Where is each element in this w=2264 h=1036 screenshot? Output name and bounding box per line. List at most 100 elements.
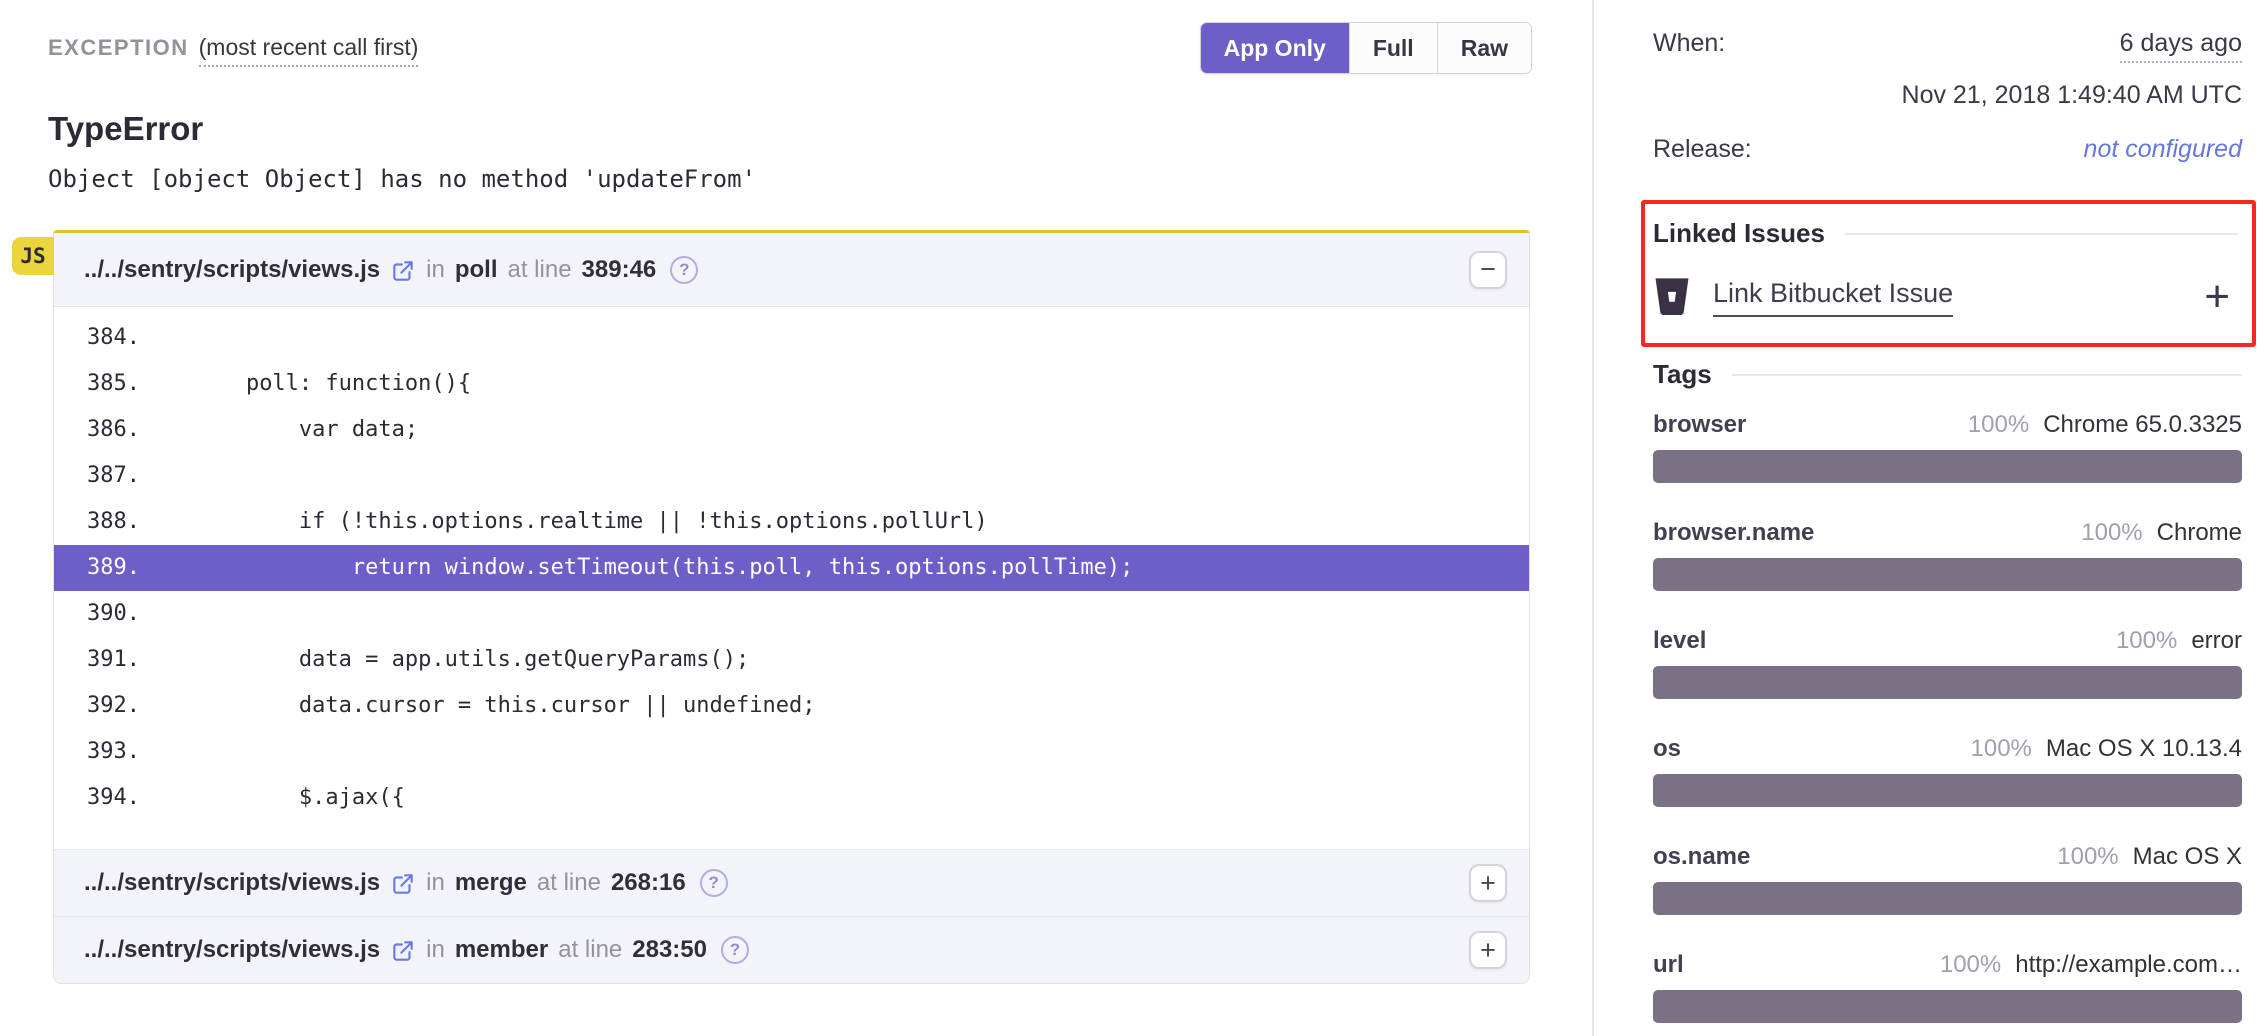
code-line: 384. xyxy=(54,315,1529,361)
tag-distribution-bar[interactable] xyxy=(1653,882,2242,915)
tag-value[interactable]: Chrome xyxy=(2157,519,2242,547)
release-row: Release: not configured xyxy=(1653,135,2242,164)
tag-key[interactable]: url xyxy=(1653,951,1684,979)
tag-percent: 100% xyxy=(2116,627,2177,655)
frame-atline-label: at line xyxy=(558,936,622,964)
help-icon[interactable]: ? xyxy=(670,256,698,284)
tag-distribution-bar[interactable] xyxy=(1653,558,2242,591)
tag-value[interactable]: http://example.com… xyxy=(2015,951,2242,979)
app-only-button[interactable]: App Only xyxy=(1201,23,1349,73)
tag-head: os 100% Mac OS X 10.13.4 xyxy=(1653,735,2242,763)
section-rule xyxy=(1845,233,2238,235)
raw-button[interactable]: Raw xyxy=(1437,23,1531,73)
code-line: 387. xyxy=(54,453,1529,499)
event-sidebar: When: 6 days ago Nov 21, 2018 1:49:40 AM… xyxy=(1592,0,2264,1036)
external-link-icon[interactable] xyxy=(390,938,416,964)
line-number: 385. xyxy=(87,371,140,396)
tag-percent: 100% xyxy=(2081,519,2142,547)
code-text: $.ajax({ xyxy=(140,785,405,810)
tag-right: 100% Chrome 65.0.3325 xyxy=(1968,411,2242,439)
line-number: 389. xyxy=(87,555,140,580)
tag-row: browser 100% Chrome 65.0.3325 xyxy=(1653,411,2242,483)
code-line: 390. xyxy=(54,591,1529,637)
code-line: 391. data = app.utils.getQueryParams(); xyxy=(54,637,1529,683)
frame-function: poll xyxy=(455,256,498,284)
frame-atline-label: at line xyxy=(508,256,572,284)
tag-distribution-bar[interactable] xyxy=(1653,774,2242,807)
tag-head: level 100% error xyxy=(1653,627,2242,655)
code-text: data.cursor = this.cursor || undefined; xyxy=(140,693,816,718)
line-number: 386. xyxy=(87,417,140,442)
frame-in-label: in xyxy=(426,936,445,964)
tag-row: os 100% Mac OS X 10.13.4 xyxy=(1653,735,2242,807)
tag-value[interactable]: Mac OS X 10.13.4 xyxy=(2046,735,2242,763)
line-number: 392. xyxy=(87,693,140,718)
tag-key[interactable]: browser.name xyxy=(1653,519,1814,547)
tag-value[interactable]: Mac OS X xyxy=(2133,843,2242,871)
code-line: 394. $.ajax({ xyxy=(54,775,1529,821)
add-linked-issue-button[interactable]: + xyxy=(2204,275,2230,319)
external-link-icon[interactable] xyxy=(390,871,416,897)
frame-line-number: 389:46 xyxy=(582,256,657,284)
tag-right: 100% Chrome xyxy=(2081,519,2242,547)
link-bitbucket-issue-link[interactable]: Link Bitbucket Issue xyxy=(1713,278,1953,317)
frame-line-number: 283:50 xyxy=(632,936,707,964)
help-icon[interactable]: ? xyxy=(700,869,728,897)
line-number: 391. xyxy=(87,647,140,672)
tag-right: 100% Mac OS X xyxy=(2057,843,2242,871)
line-number: 384. xyxy=(87,325,140,350)
tag-head: os.name 100% Mac OS X xyxy=(1653,843,2242,871)
tag-row: browser.name 100% Chrome xyxy=(1653,519,2242,591)
collapse-frame-button[interactable]: − xyxy=(1469,251,1507,289)
line-number: 390. xyxy=(87,601,140,626)
tag-distribution-bar[interactable] xyxy=(1653,450,2242,483)
section-title: EXCEPTION xyxy=(48,35,189,61)
section-rule xyxy=(1732,374,2242,376)
linked-issues-header: Linked Issues xyxy=(1653,218,2238,249)
js-platform-badge: JS xyxy=(12,237,54,275)
tag-distribution-bar[interactable] xyxy=(1653,666,2242,699)
expand-frame-button[interactable]: + xyxy=(1469,931,1507,969)
tag-right: 100% Mac OS X 10.13.4 xyxy=(1971,735,2243,763)
code-line: 389. return window.setTimeout(this.poll,… xyxy=(54,545,1529,591)
error-message: Object [object Object] has no method 'up… xyxy=(48,165,1532,193)
tag-value[interactable]: Chrome 65.0.3325 xyxy=(2043,411,2242,439)
tag-key[interactable]: level xyxy=(1653,627,1706,655)
stacktrace-view-toggle: App Only Full Raw xyxy=(1200,22,1532,74)
tag-distribution-bar[interactable] xyxy=(1653,990,2242,1023)
frame-function: member xyxy=(455,936,548,964)
tag-key[interactable]: os.name xyxy=(1653,843,1750,871)
frame-header-merge[interactable]: ../../sentry/scripts/views.js in merge a… xyxy=(54,849,1529,916)
when-relative-time[interactable]: 6 days ago xyxy=(2120,29,2242,63)
link-bitbucket-row[interactable]: Link Bitbucket Issue + xyxy=(1653,275,2238,319)
tag-key[interactable]: os xyxy=(1653,735,1681,763)
tag-key[interactable]: browser xyxy=(1653,411,1746,439)
frame-header-poll[interactable]: ../../sentry/scripts/views.js in poll at… xyxy=(54,233,1529,307)
line-number: 393. xyxy=(87,739,140,764)
tag-percent: 100% xyxy=(1940,951,2001,979)
tag-right: 100% http://example.com… xyxy=(1940,951,2242,979)
error-type-title: TypeError xyxy=(48,110,1532,148)
line-number: 388. xyxy=(87,509,140,534)
expand-frame-button[interactable]: + xyxy=(1469,864,1507,902)
code-line: 388. if (!this.options.realtime || !this… xyxy=(54,499,1529,545)
code-text: var data; xyxy=(140,417,418,442)
full-button[interactable]: Full xyxy=(1349,23,1437,73)
help-icon[interactable]: ? xyxy=(721,936,749,964)
linked-issues-highlight-box: Linked Issues Link Bitbucket Issue + xyxy=(1641,200,2256,347)
code-text: poll: function(){ xyxy=(140,371,471,396)
when-absolute-time: Nov 21, 2018 1:49:40 AM UTC xyxy=(1653,81,2242,110)
release-value-link[interactable]: not configured xyxy=(2084,135,2242,164)
tag-head: url 100% http://example.com… xyxy=(1653,951,2242,979)
tag-percent: 100% xyxy=(1971,735,2032,763)
tag-value[interactable]: error xyxy=(2191,627,2242,655)
tag-right: 100% error xyxy=(2116,627,2242,655)
call-order-subtitle[interactable]: (most recent call first) xyxy=(199,34,419,67)
frame-header-member[interactable]: ../../sentry/scripts/views.js in member … xyxy=(54,916,1529,983)
code-text: if (!this.options.realtime || !this.opti… xyxy=(140,509,988,534)
tag-row: url 100% http://example.com… xyxy=(1653,951,2242,1023)
code-text: data = app.utils.getQueryParams(); xyxy=(140,647,749,672)
external-link-icon[interactable] xyxy=(390,258,416,284)
exception-panel: EXCEPTION (most recent call first) App O… xyxy=(48,0,1532,984)
frame-function: merge xyxy=(455,869,527,897)
